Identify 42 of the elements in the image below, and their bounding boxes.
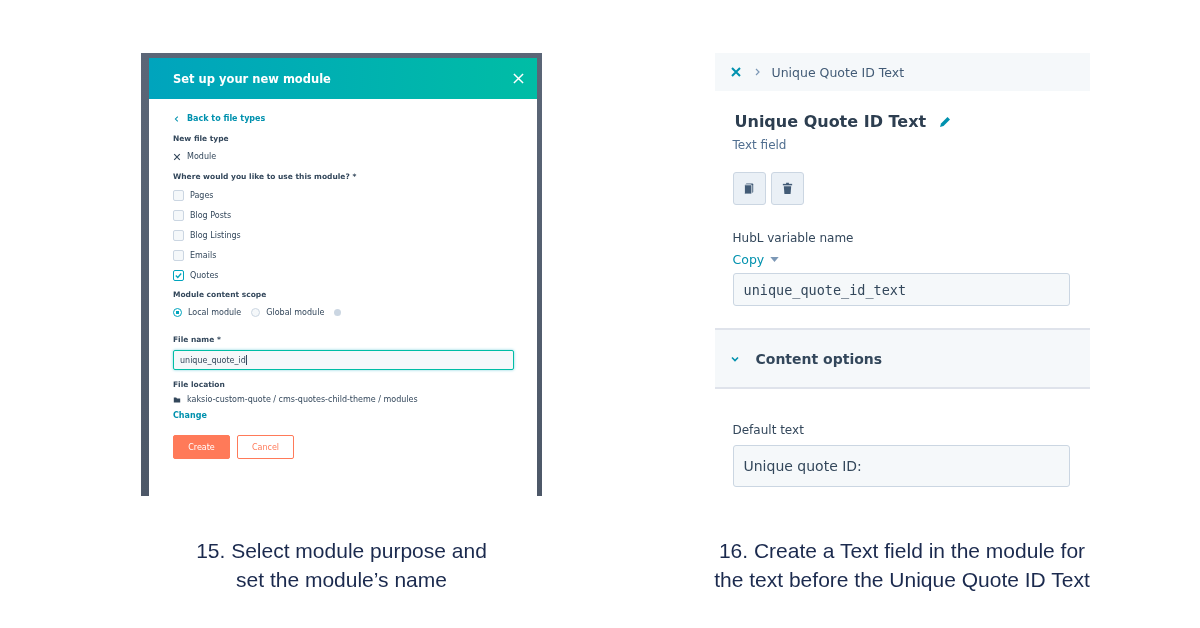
back-link[interactable]: Back to file types	[187, 114, 266, 123]
checkbox[interactable]	[173, 270, 184, 281]
section-header[interactable]: Content options	[714, 328, 1090, 389]
caret-icon	[770, 257, 780, 262]
radio-label: Local module	[188, 308, 242, 317]
folder-icon	[173, 395, 181, 404]
step-caption: 16. Create a Text field in the module for the text before the Unique Quote ID Text	[713, 538, 1091, 593]
breadcrumb-item[interactable]: Unique Quote ID Text	[771, 64, 905, 80]
file-name-field[interactable]: unique_quote_id	[173, 350, 514, 370]
dialog-title: Set up your new module	[173, 71, 331, 86]
checkbox[interactable]	[173, 250, 184, 261]
checkbox-label: Blog Listings	[190, 231, 241, 240]
copy-button[interactable]	[732, 172, 766, 205]
checkbox[interactable]	[173, 210, 184, 221]
field-title: Unique Quote ID Text	[734, 112, 927, 131]
radio-button[interactable]	[173, 308, 182, 317]
file-location-path: kaksio-custom-quote / cms-quotes-child-theme / modules	[187, 395, 418, 404]
checkbox-label: Emails	[190, 251, 217, 260]
checkbox[interactable]	[173, 230, 184, 241]
close-icon[interactable]	[513, 73, 524, 84]
default-text-field[interactable]: Unique quote ID:	[732, 445, 1070, 487]
checkbox[interactable]	[173, 190, 184, 201]
field-type: Text field	[732, 138, 788, 152]
copy-icon	[742, 182, 756, 195]
trash-icon	[780, 182, 794, 195]
field-label: HubL variable name	[732, 231, 855, 245]
radio-label: Global module	[266, 308, 325, 317]
radio-button[interactable]	[251, 308, 261, 317]
file-type-value: Module	[187, 152, 217, 161]
delete-button[interactable]	[770, 172, 804, 205]
info-icon	[334, 309, 342, 316]
pencil-icon[interactable]	[938, 114, 953, 129]
field-label: Default text	[732, 423, 805, 437]
change-link[interactable]: Change	[173, 411, 207, 420]
checkbox-label: Quotes	[190, 271, 219, 280]
step-caption: 15. Select module purpose and set the module’s name	[195, 538, 488, 593]
copy-dropdown[interactable]: Copy	[732, 252, 780, 267]
section-title: Content options	[755, 350, 883, 367]
checkbox-label: Blog Posts	[190, 211, 232, 220]
chevron-left-icon[interactable]	[173, 114, 181, 123]
checkbox-label: Pages	[190, 191, 214, 200]
variable-name-field[interactable]: unique_quote_id_text	[732, 273, 1070, 306]
